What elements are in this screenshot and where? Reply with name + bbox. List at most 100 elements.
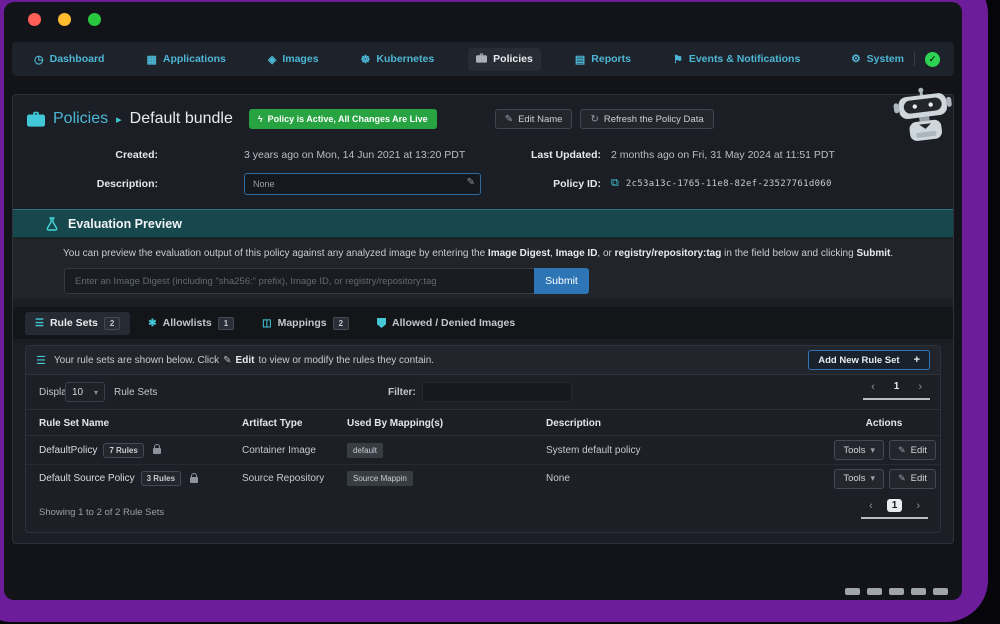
row-actions: Tools ▾ ✎ Edit (834, 436, 936, 464)
rule-set-name: DefaultPolicy (39, 445, 97, 456)
lock-icon (190, 477, 198, 483)
zoom-window-button[interactable] (88, 13, 101, 26)
table-row: Default Source Policy 3 Rules Source Rep… (26, 464, 940, 492)
breadcrumb-policies-link[interactable]: Policies (53, 110, 108, 128)
footer-icon[interactable] (889, 588, 904, 595)
page-title: Default bundle (130, 110, 233, 128)
policy-id-value-group: ⧉ 2c53a13c-1765-11e8-82ef-23527761d060 (611, 177, 832, 190)
refresh-policy-button[interactable]: ↻ Refresh the Policy Data (580, 109, 713, 129)
evaluation-input-group: Submit (64, 268, 589, 294)
rule-sets-card: ☰ Your rule sets are shown below. Click … (25, 345, 941, 533)
kubernetes-icon: ☸ (361, 53, 371, 66)
page-number[interactable]: 1 (889, 380, 905, 393)
policy-active-status-button[interactable]: ϟ Policy is Active, All Changes Are Live (249, 109, 437, 129)
edit-rule-set-button[interactable]: ✎ Edit (889, 469, 936, 489)
rule-set-name: Default Source Policy (39, 473, 135, 484)
nav-divider (914, 52, 915, 66)
nav-item-applications[interactable]: ▦ Applications (138, 48, 233, 71)
tab-mappings[interactable]: ◫ Mappings 2 (252, 312, 359, 335)
footer-social-icons (845, 588, 948, 595)
instr-text: You can preview the evaluation output of… (63, 248, 488, 259)
tab-count-badge: 2 (104, 317, 120, 330)
footer-icon[interactable] (867, 588, 882, 595)
display-count-value: 10 (72, 387, 83, 398)
chevron-down-icon: ▾ (871, 445, 876, 456)
nav-right-group: ⚙ System ✓ (851, 52, 940, 67)
nav-label: System (867, 53, 904, 65)
column-actions: Actions (854, 410, 914, 437)
copy-icon[interactable]: ⧉ (611, 177, 619, 190)
close-window-button[interactable] (28, 13, 41, 26)
tools-dropdown-button[interactable]: Tools ▾ (834, 469, 884, 489)
system-health-check-icon[interactable]: ✓ (925, 52, 940, 67)
plus-icon: + (914, 354, 920, 366)
instr-bold: Image Digest (488, 248, 550, 259)
tab-label: Mappings (278, 317, 327, 329)
created-label: Created: (13, 149, 158, 161)
rules-count-badge: 3 Rules (141, 471, 181, 486)
nav-item-system[interactable]: ⚙ System (851, 53, 904, 65)
policy-panel: Policies ▸ Default bundle ϟ Policy is Ac… (12, 94, 954, 544)
display-count-select[interactable]: 10 ▾ (65, 382, 105, 402)
filter-input[interactable] (422, 382, 572, 402)
nav-item-dashboard[interactable]: ◷ Dashboard (26, 48, 112, 71)
gear-icon: ⚙ (851, 53, 860, 65)
tools-dropdown-button[interactable]: Tools ▾ (834, 440, 884, 460)
edit-rule-set-button[interactable]: ✎ Edit (889, 440, 936, 460)
edit-name-button[interactable]: ✎ Edit Name (495, 109, 573, 129)
chevron-down-icon: ▾ (871, 473, 876, 484)
nav-item-images[interactable]: ◈ Images (260, 48, 327, 71)
tab-count-badge: 2 (333, 317, 349, 330)
page-number[interactable]: 1 (887, 499, 903, 512)
image-digest-input[interactable] (64, 268, 534, 294)
tab-rule-sets[interactable]: ☰ Rule Sets 2 (25, 312, 130, 335)
table-header: Rule Set Name Artifact Type Used By Mapp… (26, 409, 940, 436)
instr-text: in the field below and clicking (721, 248, 856, 259)
results-summary: Showing 1 to 2 of 2 Rule Sets (39, 507, 164, 518)
robot-mascot-graphic (888, 86, 960, 149)
tab-allowlists[interactable]: ✱ Allowlists 1 (138, 312, 244, 335)
instr-bold: Submit (856, 248, 890, 259)
bolt-icon: ϟ (258, 114, 263, 124)
nav-label: Events & Notifications (689, 53, 800, 65)
info-text-part: to view or modify the rules they contain… (258, 355, 434, 366)
nav-label: Images (282, 53, 318, 65)
nav-item-policies[interactable]: Policies (468, 48, 541, 71)
description-input[interactable] (244, 173, 481, 195)
nav-item-reports[interactable]: ▤ Reports (567, 48, 639, 71)
page-previous-icon[interactable]: ‹ (871, 381, 875, 393)
footer-icon[interactable] (845, 588, 860, 595)
rule-sets-info-bar: ☰ Your rule sets are shown below. Click … (26, 346, 940, 375)
description-input-wrap: ✎ (244, 173, 481, 195)
asterisk-icon: ✱ (148, 318, 156, 329)
tab-allowed-denied-images[interactable]: Allowed / Denied Images (367, 312, 525, 334)
page-next-icon[interactable]: › (916, 500, 920, 512)
add-new-rule-set-button[interactable]: Add New Rule Set + (808, 350, 930, 370)
footer-icon[interactable] (911, 588, 926, 595)
tab-label: Allowlists (163, 317, 212, 329)
flask-icon (46, 217, 58, 231)
nav-item-kubernetes[interactable]: ☸ Kubernetes (353, 48, 443, 71)
last-updated-label: Last Updated: (463, 149, 601, 161)
mapping-badge: default (347, 443, 383, 458)
pagination-bottom: ‹ 1 › (861, 499, 928, 519)
row-actions: Tools ▾ ✎ Edit (834, 465, 936, 492)
status-label: Policy is Active, All Changes Are Live (268, 114, 428, 124)
edit-label: Edit (911, 445, 927, 456)
nav-item-events-notifications[interactable]: ⚑ Events & Notifications (665, 48, 808, 71)
instr-text: , or (597, 248, 614, 259)
tab-count-badge: 1 (218, 317, 234, 330)
info-edit-bold: Edit (236, 355, 255, 366)
map-icon: ◫ (262, 318, 271, 329)
display-suffix: Rule Sets (114, 387, 157, 398)
minimize-window-button[interactable] (58, 13, 71, 26)
refresh-label: Refresh the Policy Data (604, 114, 704, 125)
page-previous-icon[interactable]: ‹ (869, 500, 873, 512)
column-rule-set-name: Rule Set Name (39, 410, 109, 437)
artifact-type: Source Repository (242, 465, 324, 492)
page-next-icon[interactable]: › (918, 381, 922, 393)
submit-button[interactable]: Submit (534, 268, 589, 294)
list-icon: ☰ (35, 318, 44, 329)
edit-label: Edit (911, 473, 927, 484)
footer-icon[interactable] (933, 588, 948, 595)
